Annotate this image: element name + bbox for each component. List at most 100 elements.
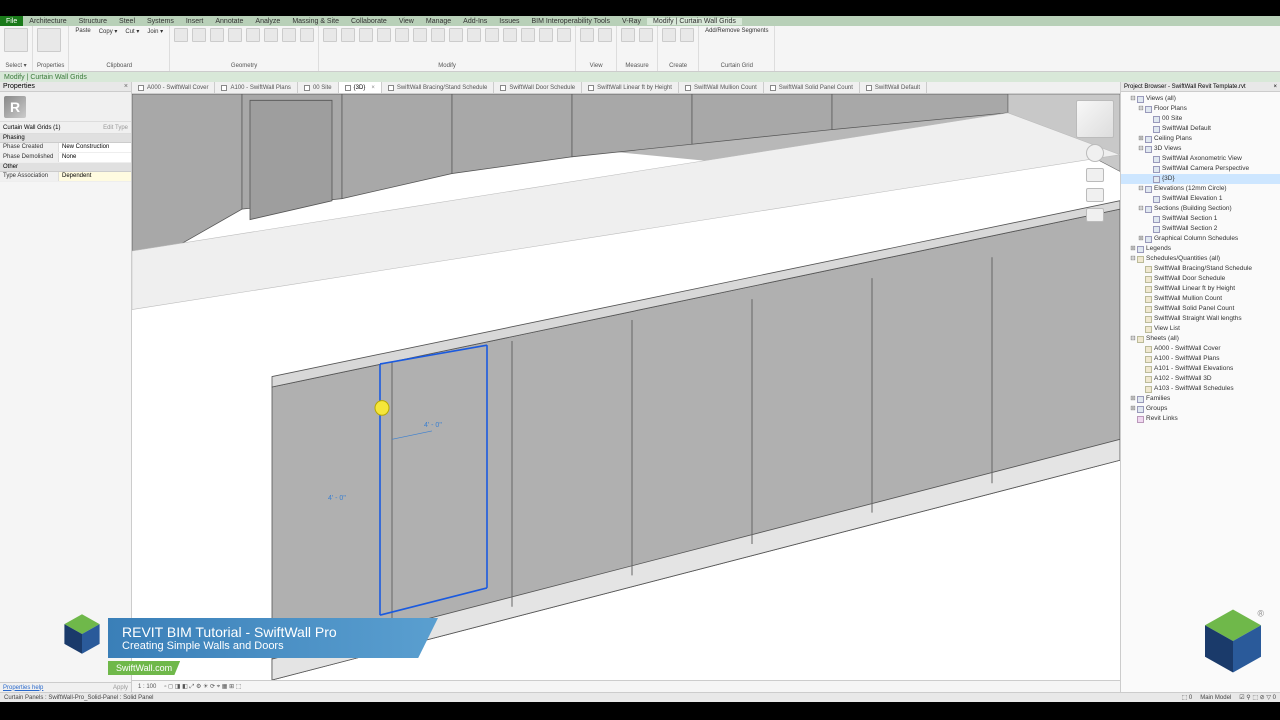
status-icons[interactable]: ☑ ⚲ ⬚ ⊘ ▽ 0 <box>1239 694 1276 701</box>
menu-tab[interactable]: Modify | Curtain Wall Grids <box>647 18 742 25</box>
document-tab[interactable]: 00 Site <box>298 82 339 93</box>
prop-value[interactable]: Dependent <box>58 172 131 181</box>
ribbon-button[interactable] <box>174 28 188 42</box>
document-tab[interactable]: SwiftWall Default <box>860 82 927 93</box>
tree-node[interactable]: A000 - SwiftWall Cover <box>1121 344 1280 354</box>
ribbon-button[interactable] <box>503 28 517 42</box>
tree-node[interactable]: SwiftWall Section 1 <box>1121 214 1280 224</box>
tree-node[interactable]: ⊟Elevations (12mm Circle) <box>1121 184 1280 194</box>
ribbon-button[interactable] <box>662 28 676 42</box>
close-icon[interactable]: × <box>124 83 128 90</box>
workset-icon[interactable]: ⬚ 0 <box>1182 694 1193 701</box>
ribbon-button[interactable] <box>431 28 445 42</box>
ribbon-button[interactable] <box>539 28 553 42</box>
ribbon-item[interactable]: Cut ▾ <box>123 28 141 35</box>
document-tab[interactable]: SwiftWall Solid Panel Count <box>764 82 860 93</box>
view-cube[interactable] <box>1076 100 1114 138</box>
menu-tab[interactable]: Annotate <box>209 18 249 25</box>
ribbon-button[interactable] <box>359 28 373 42</box>
ribbon-button[interactable] <box>264 28 278 42</box>
ribbon-button[interactable] <box>521 28 535 42</box>
menu-tab[interactable]: V-Ray <box>616 18 647 25</box>
tree-node[interactable]: A100 - SwiftWall Plans <box>1121 354 1280 364</box>
tree-node[interactable]: SwiftWall Elevation 1 <box>1121 194 1280 204</box>
nav-orbit-icon[interactable] <box>1086 208 1104 222</box>
tree-node[interactable]: ⊞Families <box>1121 394 1280 404</box>
ribbon-button[interactable] <box>413 28 427 42</box>
ribbon-button[interactable] <box>621 28 635 42</box>
ribbon-item[interactable]: Paste <box>73 28 92 34</box>
tree-node[interactable]: SwiftWall Default <box>1121 124 1280 134</box>
viewbar-icons[interactable]: ▫ ◻ ◨ ◧ ⤢ ⚙ ☀ ⟳ ⌖ ▦ ⊞ ⬚ <box>164 683 241 691</box>
ribbon-button[interactable] <box>680 28 694 42</box>
tree-toggle-icon[interactable]: ⊟ <box>1129 334 1137 344</box>
menu-tab[interactable]: Architecture <box>23 18 72 25</box>
tree-toggle-icon[interactable]: ⊞ <box>1137 234 1145 244</box>
tree-toggle-icon[interactable]: ⊟ <box>1129 94 1137 104</box>
ribbon-button[interactable] <box>395 28 409 42</box>
tree-toggle-icon[interactable]: ⊟ <box>1137 204 1145 214</box>
nav-zoom-icon[interactable] <box>1086 188 1104 202</box>
document-tab[interactable]: SwiftWall Bracing/Stand Schedule <box>382 82 495 93</box>
ribbon-button[interactable] <box>377 28 391 42</box>
tree-toggle-icon[interactable]: ⊞ <box>1129 244 1137 254</box>
tree-node[interactable]: Revit Links <box>1121 414 1280 424</box>
close-icon[interactable]: × <box>1273 84 1277 90</box>
ribbon-button[interactable] <box>37 28 61 52</box>
document-tab[interactable]: SwiftWall Door Schedule <box>494 82 582 93</box>
tree-node[interactable]: A101 - SwiftWall Elevations <box>1121 364 1280 374</box>
ribbon-button[interactable] <box>4 28 28 52</box>
menu-tab[interactable]: BIM Interoperability Tools <box>526 18 616 25</box>
tree-toggle-icon[interactable]: ⊟ <box>1137 144 1145 154</box>
menu-tab[interactable]: Add-Ins <box>457 18 493 25</box>
ribbon-button[interactable] <box>598 28 612 42</box>
document-tab[interactable]: SwiftWall Mullion Count <box>679 82 764 93</box>
tree-node[interactable]: ⊞Ceiling Plans <box>1121 134 1280 144</box>
apply-button[interactable]: Apply <box>113 685 128 691</box>
ribbon-button[interactable] <box>485 28 499 42</box>
tree-node[interactable]: SwiftWall Section 2 <box>1121 224 1280 234</box>
tree-node[interactable]: A103 - SwiftWall Schedules <box>1121 384 1280 394</box>
tree-node[interactable]: ⊟Views (all) <box>1121 94 1280 104</box>
tree-node[interactable]: SwiftWall Solid Panel Count <box>1121 304 1280 314</box>
menu-tab[interactable]: Collaborate <box>345 18 393 25</box>
properties-help-link[interactable]: Properties help <box>3 685 43 691</box>
menu-tab[interactable]: Insert <box>180 18 210 25</box>
tree-node[interactable]: A102 - SwiftWall 3D <box>1121 374 1280 384</box>
tree-node[interactable]: ⊟Schedules/Quantities (all) <box>1121 254 1280 264</box>
menu-tab[interactable]: Issues <box>493 18 525 25</box>
ribbon-button[interactable] <box>580 28 594 42</box>
tree-node[interactable]: ⊞Legends <box>1121 244 1280 254</box>
tree-node[interactable]: ⊟Sections (Building Section) <box>1121 204 1280 214</box>
tree-node[interactable]: View List <box>1121 324 1280 334</box>
ribbon-button[interactable] <box>246 28 260 42</box>
tree-toggle-icon[interactable]: ⊟ <box>1129 254 1137 264</box>
nav-wheel-icon[interactable] <box>1086 144 1104 162</box>
tree-toggle-icon[interactable]: ⊟ <box>1137 104 1145 114</box>
file-menu[interactable]: File <box>0 16 23 26</box>
view-control-bar[interactable]: 1 : 100 ▫ ◻ ◨ ◧ ⤢ ⚙ ☀ ⟳ ⌖ ▦ ⊞ ⬚ <box>132 680 1120 692</box>
tree-node[interactable]: SwiftWall Axonometric View <box>1121 154 1280 164</box>
edit-type-button[interactable]: Edit Type <box>103 125 128 131</box>
project-tree[interactable]: ⊟Views (all)⊟Floor Plans00 SiteSwiftWall… <box>1121 92 1280 692</box>
type-selector[interactable]: Curtain Wall Grids (1) <box>3 125 60 131</box>
ribbon-button[interactable] <box>341 28 355 42</box>
tree-node[interactable]: ⊟Sheets (all) <box>1121 334 1280 344</box>
menu-tab[interactable]: Systems <box>141 18 180 25</box>
tree-node[interactable]: ⊞Groups <box>1121 404 1280 414</box>
menu-tab[interactable]: Analyze <box>249 18 286 25</box>
3d-viewport[interactable]: 4' - 0" 4' - 0" <box>132 94 1120 680</box>
document-tab[interactable]: SwiftWall Linear ft by Height <box>582 82 679 93</box>
menu-tab[interactable]: Steel <box>113 18 141 25</box>
tree-node[interactable]: SwiftWall Camera Perspective <box>1121 164 1280 174</box>
ribbon-button[interactable] <box>300 28 314 42</box>
menu-tab[interactable]: Structure <box>73 18 113 25</box>
main-model-dropdown[interactable]: Main Model <box>1200 695 1231 701</box>
tree-node[interactable]: ⊞Graphical Column Schedules <box>1121 234 1280 244</box>
prop-value[interactable]: New Construction <box>58 143 131 152</box>
ribbon-button[interactable] <box>557 28 571 42</box>
document-tab[interactable]: A000 - SwiftWall Cover <box>132 82 215 93</box>
menu-tab[interactable]: Manage <box>420 18 457 25</box>
ribbon-button[interactable] <box>228 28 242 42</box>
tree-node[interactable]: ⊟3D Views <box>1121 144 1280 154</box>
